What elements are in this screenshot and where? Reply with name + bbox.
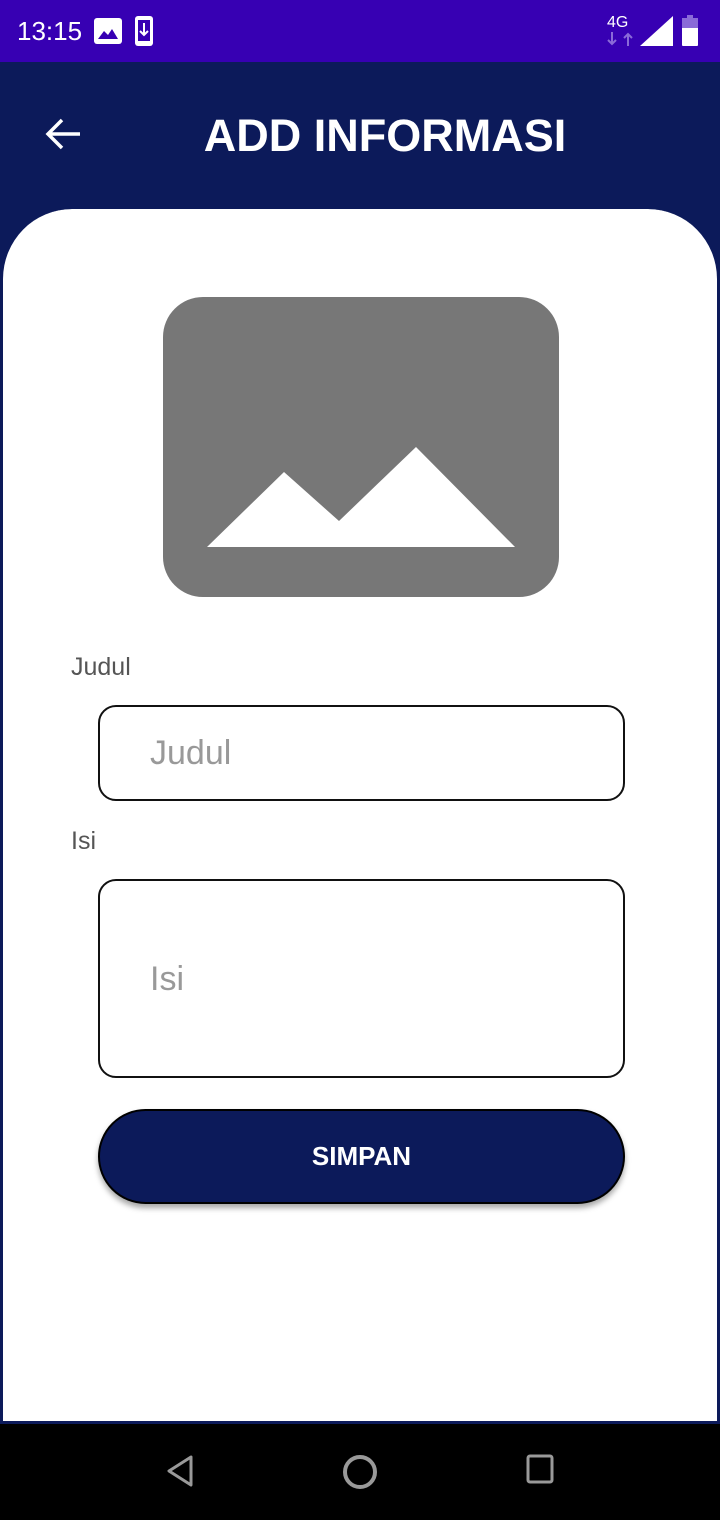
- judul-input[interactable]: Judul: [98, 705, 625, 801]
- gallery-notification-icon: [94, 18, 122, 44]
- nav-back-icon[interactable]: [166, 1454, 194, 1493]
- status-bar: 13:15 4G: [0, 0, 720, 62]
- image-placeholder-icon: [207, 447, 515, 547]
- form-card: Judul Judul Isi Isi SIMPAN: [2, 209, 718, 1422]
- network-type: 4G: [607, 14, 629, 31]
- signal-icon: [640, 16, 673, 46]
- save-button[interactable]: SIMPAN: [98, 1109, 625, 1204]
- nav-home-icon[interactable]: [342, 1454, 378, 1495]
- download-notification-icon: [135, 16, 153, 46]
- battery-icon: [682, 15, 698, 46]
- status-time: 13:15: [17, 16, 83, 46]
- isi-label: Isi: [71, 827, 96, 855]
- app-bar: ADD INFORMASI: [0, 62, 720, 212]
- image-picker[interactable]: [163, 297, 559, 597]
- data-arrows-icon: [607, 32, 633, 46]
- judul-label: Judul: [71, 653, 131, 681]
- page-title: ADD INFORMASI: [203, 110, 567, 161]
- isi-input[interactable]: Isi: [98, 879, 625, 1078]
- nav-recents-icon[interactable]: [526, 1454, 554, 1491]
- system-nav-bar: [0, 1424, 720, 1520]
